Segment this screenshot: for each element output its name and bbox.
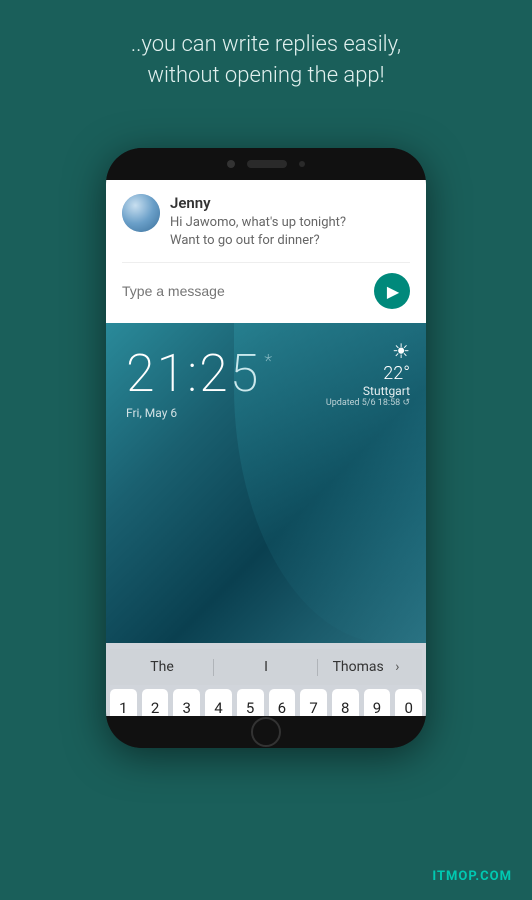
header-text: ..you can write replies easily, without …: [0, 0, 532, 112]
key-0[interactable]: 0: [395, 689, 422, 716]
suggestion-i[interactable]: I: [214, 653, 318, 681]
suggestion-the[interactable]: The: [110, 653, 214, 681]
weather-updated: Updated 5/6 18:58 ↺: [326, 398, 410, 408]
avatar-image: [122, 194, 160, 232]
key-4[interactable]: 4: [205, 689, 232, 716]
reply-input[interactable]: [122, 283, 366, 299]
home-button[interactable]: [251, 717, 281, 747]
key-6[interactable]: 6: [269, 689, 296, 716]
notification-header: Jenny Hi Jawomo, what's up tonight? Want…: [122, 194, 410, 250]
send-button[interactable]: ▶: [374, 273, 410, 309]
message-line1: Hi Jawomo, what's up tonight?: [170, 215, 346, 230]
notification-content: Jenny Hi Jawomo, what's up tonight? Want…: [170, 194, 410, 250]
sender-name: Jenny: [170, 194, 410, 212]
speaker-grill: [247, 160, 287, 168]
key-8[interactable]: 8: [332, 689, 359, 716]
weather-temperature: 22°: [326, 363, 410, 384]
number-row: 1 2 3 4 5 6 7 8 9 0: [110, 689, 422, 716]
suggestions-bar: The I Thomas ›: [110, 649, 422, 685]
phone-top-bar: [106, 148, 426, 180]
phone-bottom-bar: [106, 716, 426, 748]
avatar: [122, 194, 160, 232]
suggestion-thomas[interactable]: Thomas ›: [318, 653, 422, 681]
key-9[interactable]: 9: [364, 689, 391, 716]
key-3[interactable]: 3: [173, 689, 200, 716]
key-2[interactable]: 2: [142, 689, 169, 716]
reply-row: ▶: [122, 262, 410, 309]
phone-device: Jenny Hi Jawomo, what's up tonight? Want…: [106, 148, 426, 748]
weather-city: Stuttgart: [326, 384, 410, 398]
message-line2: Want to go out for dinner?: [170, 233, 320, 248]
send-icon: ▶: [387, 282, 399, 301]
key-5[interactable]: 5: [237, 689, 264, 716]
message-text: Hi Jawomo, what's up tonight? Want to go…: [170, 214, 410, 250]
phone-screen: Jenny Hi Jawomo, what's up tonight? Want…: [106, 180, 426, 716]
weather-icon: ☀: [326, 339, 410, 363]
lockscreen-background: 21:25 * Fri, May 6 ☀ 22° Stuttgart Updat…: [106, 323, 426, 643]
header-line2: without opening the app!: [147, 63, 384, 88]
key-7[interactable]: 7: [300, 689, 327, 716]
camera-dot: [227, 160, 235, 168]
keyboard-area: The I Thomas › 1 2 3 4 5 6 7 8 9 0: [106, 643, 426, 716]
suggestion-thomas-text: Thomas: [333, 659, 384, 675]
weather-widget: ☀ 22° Stuttgart Updated 5/6 18:58 ↺: [326, 339, 410, 408]
key-1[interactable]: 1: [110, 689, 137, 716]
watermark: ITMOP.COM: [432, 869, 512, 884]
sensor-dot: [299, 161, 305, 167]
notification-card: Jenny Hi Jawomo, what's up tonight? Want…: [106, 180, 426, 323]
suggestion-arrow: ›: [387, 659, 407, 675]
header-line1: ..you can write replies easily,: [131, 32, 401, 57]
